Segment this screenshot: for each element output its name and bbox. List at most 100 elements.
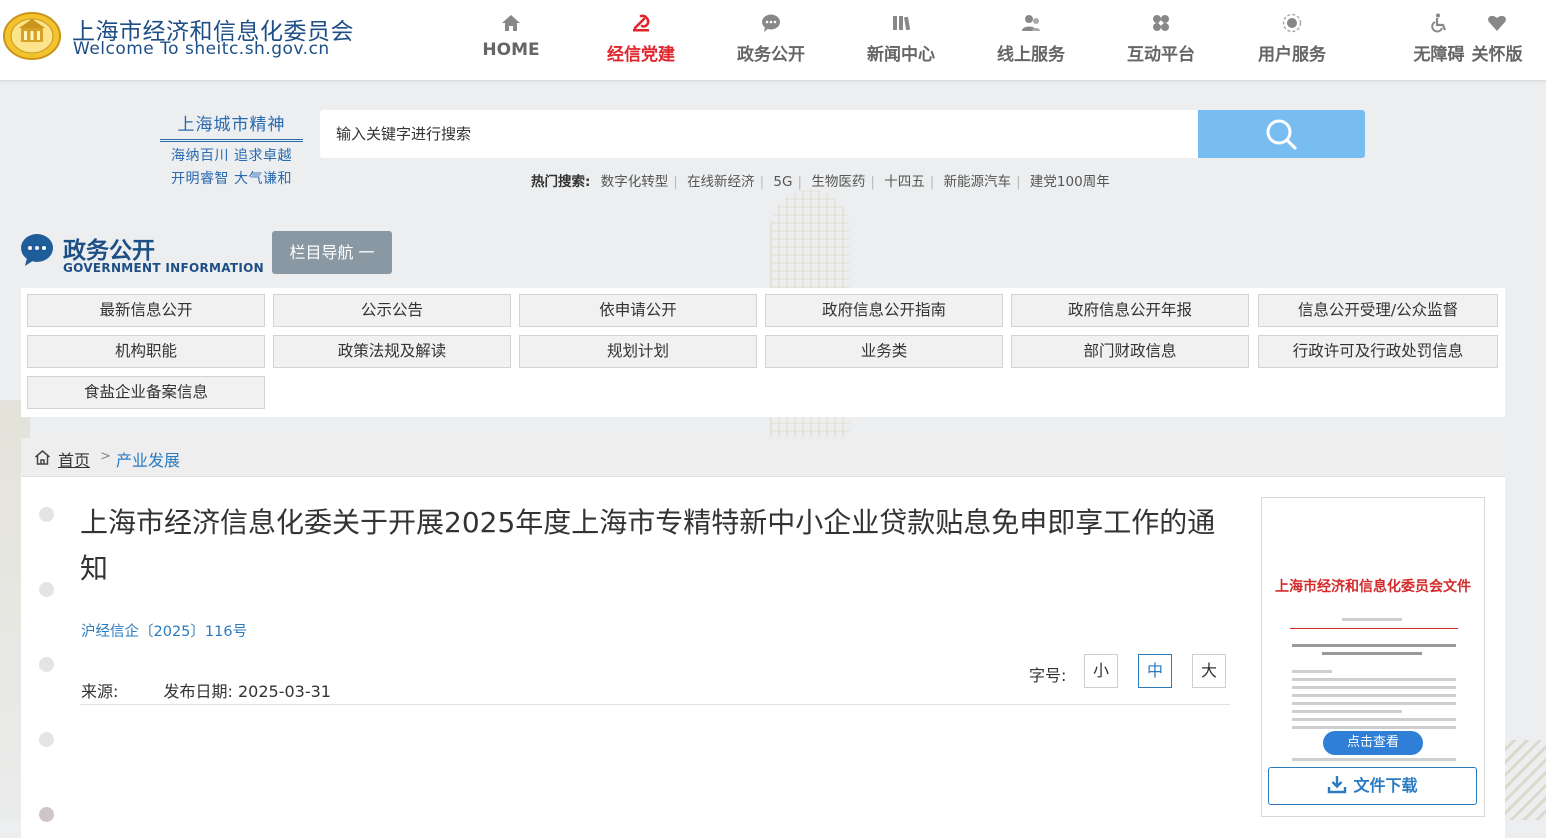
- category-item[interactable]: 食盐企业备案信息: [27, 376, 265, 409]
- hot-search-term[interactable]: 数字化转型: [601, 174, 669, 190]
- preview-text-line: [1342, 618, 1402, 621]
- search-button[interactable]: [1198, 110, 1365, 158]
- nav-item-user-service[interactable]: 用户服务: [1232, 12, 1352, 72]
- date-label: 发布日期:: [163, 682, 233, 701]
- preview-text-line: [1292, 702, 1456, 705]
- preview-red-line: [1290, 628, 1458, 629]
- category-item[interactable]: 公示公告: [273, 294, 511, 327]
- site-title-en: Welcome To sheitc.sh.gov.cn: [73, 39, 330, 59]
- font-size-medium-button[interactable]: 中: [1138, 654, 1172, 688]
- preview-text-line: [1292, 694, 1456, 697]
- download-icon: [1328, 776, 1347, 794]
- meta-divider: [80, 704, 1230, 705]
- preview-doc-header: 上海市经济和信息化委员会文件: [1275, 579, 1471, 595]
- view-document-button[interactable]: 点击查看: [1323, 731, 1423, 755]
- nav-item-party-building[interactable]: 经信党建: [581, 12, 701, 72]
- motto-title: 上海城市精神: [160, 110, 303, 142]
- hot-search-term[interactable]: 建党100周年: [1030, 174, 1110, 190]
- category-item[interactable]: 行政许可及行政处罚信息: [1258, 335, 1498, 368]
- breadcrumb: 首页 > 产业发展: [21, 438, 1505, 477]
- background-right-decoration: [1500, 740, 1546, 820]
- hot-search-label: 热门搜索:: [531, 174, 591, 190]
- document-preview[interactable]: 上海市经济和信息化委员会文件 点击查看 文件下载: [1261, 497, 1485, 817]
- category-item[interactable]: 依申请公开: [519, 294, 757, 327]
- breadcrumb-current[interactable]: 产业发展: [116, 447, 180, 471]
- category-item[interactable]: 机构职能: [27, 335, 265, 368]
- home-outline-icon: [35, 450, 50, 465]
- category-item[interactable]: 最新信息公开: [27, 294, 265, 327]
- nav-item-online-service[interactable]: 线上服务: [971, 12, 1091, 72]
- preview-text-line: [1292, 758, 1456, 761]
- hot-search-separator: |: [1016, 174, 1021, 190]
- heart-icon: [1488, 15, 1506, 31]
- column-navigation-button[interactable]: 栏目导航 一: [272, 231, 392, 274]
- interaction-icon: [1153, 15, 1169, 31]
- preview-text-line: [1292, 726, 1456, 729]
- nav-label: 用户服务: [1258, 45, 1326, 65]
- category-grid: 最新信息公开 公示公告 依申请公开 政府信息公开指南 政府信息公开年报 信息公开…: [21, 288, 1505, 417]
- article-title: 上海市经济信息化委关于开展2025年度上海市专精特新中小企业贷款贴息免申即享工作…: [80, 506, 1216, 585]
- nav-label: 经信党建: [607, 45, 675, 65]
- logo-emblem-icon[interactable]: [2, 8, 62, 60]
- download-file-button[interactable]: 文件下载: [1268, 767, 1477, 805]
- category-item[interactable]: 政府信息公开指南: [765, 294, 1003, 327]
- hot-search: 热门搜索: 数字化转型 | 在线新经济 | 5G | 生物医药 | 十四五 | 新能源汽车…: [531, 170, 1110, 190]
- nav-item-home[interactable]: HOME: [451, 12, 571, 72]
- section-subtitle: GOVERNMENT INFORMATION: [63, 261, 264, 275]
- user-service-icon: [1282, 13, 1302, 33]
- download-label: 文件下载: [1353, 776, 1418, 795]
- nav-label: 新闻中心: [867, 45, 935, 65]
- search-icon: [1266, 119, 1297, 150]
- side-dot: [39, 732, 54, 747]
- preview-text-line: [1292, 644, 1456, 647]
- nav-label: 线上服务: [997, 45, 1065, 65]
- side-dot: [39, 657, 54, 672]
- hot-search-term[interactable]: 新能源汽车: [944, 174, 1012, 190]
- category-item[interactable]: 政府信息公开年报: [1011, 294, 1249, 327]
- font-size-large-button[interactable]: 大: [1192, 654, 1226, 688]
- article-meta: 来源: 发布日期: 2025-03-31: [81, 678, 331, 702]
- nav-item-news[interactable]: 新闻中心: [841, 12, 961, 72]
- category-item[interactable]: 规划计划: [519, 335, 757, 368]
- nav-label: 无障碍: [1413, 45, 1465, 65]
- preview-text-line: [1292, 718, 1456, 721]
- section-title: 政务公开: [63, 238, 155, 264]
- nav-item-interaction[interactable]: 互动平台: [1101, 12, 1221, 72]
- nav-item-gov-info[interactable]: 政务公开: [711, 12, 831, 72]
- hot-search-separator: |: [870, 174, 875, 190]
- party-emblem-icon: [633, 14, 650, 32]
- nav-item-accessibility[interactable]: 无障碍: [1409, 12, 1469, 72]
- hot-search-term[interactable]: 5G: [773, 174, 792, 190]
- font-size-label: 字号:: [1029, 666, 1067, 685]
- service-user-icon: [1022, 15, 1040, 31]
- preview-text-line: [1292, 710, 1402, 713]
- breadcrumb-home-link[interactable]: 首页: [58, 447, 90, 471]
- hot-search-separator: |: [759, 174, 765, 190]
- category-item[interactable]: 业务类: [765, 335, 1003, 368]
- wheelchair-icon: [1431, 13, 1447, 33]
- category-item[interactable]: 部门财政信息: [1011, 335, 1249, 368]
- hot-search-term[interactable]: 生物医药: [811, 174, 865, 190]
- category-item[interactable]: 信息公开受理/公众监督: [1258, 294, 1498, 327]
- search-input[interactable]: [320, 110, 1198, 158]
- hot-search-separator: |: [929, 174, 935, 190]
- nav-label: 关怀版: [1471, 45, 1523, 65]
- publish-date: 2025-03-31: [238, 682, 331, 701]
- side-dot: [39, 807, 54, 822]
- hot-search-term[interactable]: 在线新经济: [687, 174, 755, 190]
- article-panel: 首页 > 产业发展 上海市经济信息化委关于开展2025年度上海市专精特新中小企业…: [21, 438, 1505, 838]
- motto-line-2: 开明睿智 大气谦和: [171, 171, 292, 187]
- chat-icon: [762, 14, 780, 32]
- nav-label: HOME: [482, 40, 540, 60]
- breadcrumb-separator: >: [100, 449, 111, 464]
- nav-item-care-mode[interactable]: 关怀版: [1466, 12, 1528, 72]
- side-dot: [39, 507, 54, 522]
- city-spirit-motto: 上海城市精神 海纳百川 追求卓越 开明睿智 大气谦和: [160, 110, 303, 188]
- preview-text-line: [1292, 670, 1332, 673]
- source-label: 来源:: [81, 682, 119, 701]
- hot-search-term[interactable]: 十四五: [884, 174, 925, 190]
- font-size-small-button[interactable]: 小: [1084, 654, 1118, 688]
- category-item[interactable]: 政策法规及解读: [273, 335, 511, 368]
- hot-search-separator: |: [673, 174, 678, 190]
- hot-search-separator: |: [797, 174, 803, 190]
